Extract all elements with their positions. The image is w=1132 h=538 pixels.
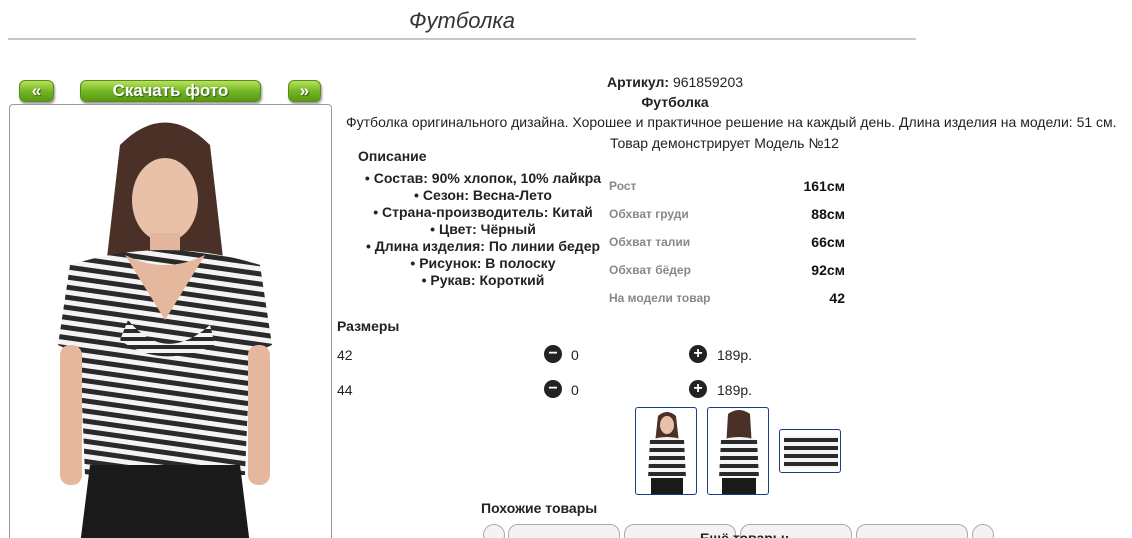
measurement-label: Рост — [609, 179, 637, 193]
article-label: Артикул: — [606, 74, 670, 90]
measurement-label: Обхват бёдер — [609, 263, 691, 277]
more-products-label[interactable]: Ещё товары: — [700, 530, 789, 538]
similar-products-heading: Похожие товары — [481, 500, 598, 516]
quantity-value: 0 — [571, 382, 579, 398]
measurement-value: 88см — [811, 206, 845, 222]
measurement-label: Обхват талии — [609, 235, 691, 249]
measurement-row: Обхват талии 66см — [609, 228, 845, 256]
measurement-value: 161см — [803, 178, 845, 194]
measurement-label: Обхват груди — [609, 207, 689, 221]
minus-icon[interactable]: − — [544, 380, 562, 398]
thumbnail-front-image — [648, 412, 686, 494]
carousel-prev-button[interactable] — [483, 524, 505, 538]
main-product-photo[interactable] — [9, 104, 332, 538]
size-label: 44 — [337, 382, 353, 398]
property-item: Рисунок: В полоску — [350, 255, 616, 272]
property-item: Рукав: Короткий — [350, 272, 616, 289]
thumbnail-fabric-image — [784, 436, 838, 468]
thumbnail-back[interactable] — [707, 407, 769, 495]
similar-product-card[interactable] — [508, 524, 620, 538]
price-value: 189р. — [717, 347, 753, 363]
measurement-row: Рост 161см — [609, 172, 845, 200]
size-row: 44 − 0 + 189р. — [337, 380, 757, 400]
download-photo-button[interactable]: Скачать фото — [80, 80, 261, 102]
property-item: Страна-производитель: Китай — [350, 204, 616, 221]
article-line: Артикул: 961859203 — [340, 74, 1010, 90]
property-item: Длина изделия: По линии бедер — [350, 238, 616, 255]
sizes-heading: Размеры — [337, 318, 400, 334]
thumbnail-back-image — [719, 410, 759, 494]
plus-icon[interactable]: + — [689, 380, 707, 398]
quantity-value: 0 — [571, 347, 579, 363]
page-title: Футболка — [409, 8, 515, 33]
model-photo-illustration — [58, 122, 272, 538]
model-note: Товар демонстрирует Модель №12 — [610, 135, 839, 151]
measurement-value: 92см — [811, 262, 845, 278]
size-row: 42 − 0 + 189р. — [337, 345, 757, 365]
property-item: Сезон: Весна-Лето — [350, 187, 616, 204]
measurement-row: Обхват груди 88см — [609, 200, 845, 228]
measurement-value: 42 — [829, 290, 845, 306]
property-item: Состав: 90% хлопок, 10% лайкра — [350, 170, 616, 187]
thumbnail-fabric[interactable] — [779, 429, 841, 473]
product-description: Футболка оригинального дизайна. Хорошее … — [346, 114, 1117, 130]
measurement-value: 66см — [811, 234, 845, 250]
size-label: 42 — [337, 347, 353, 363]
prev-photo-button[interactable]: « — [19, 80, 54, 102]
title-divider — [8, 38, 916, 40]
carousel-next-button[interactable] — [972, 524, 994, 538]
article-value: 961859203 — [672, 74, 744, 90]
properties-list: Состав: 90% хлопок, 10% лайкра Сезон: Ве… — [350, 170, 616, 289]
next-photo-button[interactable]: » — [288, 80, 321, 102]
plus-icon[interactable]: + — [689, 345, 707, 363]
measurement-row: На модели товар 42 — [609, 284, 845, 312]
thumbnail-front[interactable] — [635, 407, 697, 495]
product-name: Футболка — [641, 94, 709, 110]
model-measurements: Рост 161см Обхват груди 88см Обхват тали… — [609, 172, 845, 312]
measurement-row: Обхват бёдер 92см — [609, 256, 845, 284]
property-item: Цвет: Чёрный — [350, 221, 616, 238]
minus-icon[interactable]: − — [544, 345, 562, 363]
description-heading: Описание — [358, 148, 427, 164]
price-value: 189р. — [717, 382, 753, 398]
similar-product-card[interactable] — [856, 524, 968, 538]
measurement-label: На модели товар — [609, 291, 711, 305]
